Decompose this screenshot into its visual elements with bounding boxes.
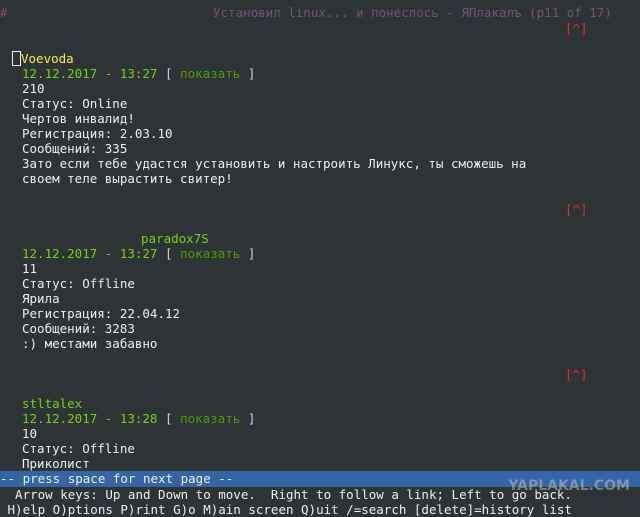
bracket-open: [ xyxy=(165,411,173,426)
header-hash: # xyxy=(0,5,8,20)
show-link[interactable]: показать xyxy=(180,66,240,81)
post-message-count: Сообщений: 3283 xyxy=(22,321,135,336)
post-status: Статус: Online xyxy=(22,96,128,111)
post-registration: Регистрация: 2.03.10 xyxy=(22,126,173,141)
bracket-close: ] xyxy=(247,66,256,81)
post-meta: 12.12.2017 - 13:27 [ показать ] xyxy=(22,246,255,261)
post-date: 12.12.2017 - 13:28 xyxy=(22,411,158,426)
post-rating: 10 xyxy=(22,426,38,441)
post-rank: Ярила xyxy=(22,291,60,306)
post-date: 12.12.2017 - 13:27 xyxy=(22,246,158,261)
show-link[interactable]: показать xyxy=(180,246,240,261)
post-username[interactable]: stltalex xyxy=(22,396,82,411)
post-username[interactable]: paradox7S xyxy=(141,231,209,246)
post-rank: Приколист xyxy=(22,456,90,471)
post-meta: 12.12.2017 - 13:27 [ показать ] xyxy=(22,66,255,81)
post-username[interactable]: Voevoda xyxy=(21,51,74,66)
up-link[interactable]: [^] xyxy=(565,21,588,36)
up-link[interactable]: [^] xyxy=(565,367,588,382)
post-meta: 12.12.2017 - 13:28 [ показать ] xyxy=(22,411,255,426)
post-text: своем теле вырастить свитер! xyxy=(22,171,233,186)
watermark-logo: YAPLAKAL.COM xyxy=(508,478,630,494)
post-status: Статус: Offline xyxy=(22,441,135,456)
bracket-close: ] xyxy=(247,246,256,261)
post-rating: 11 xyxy=(22,261,38,276)
text-cursor xyxy=(12,51,21,66)
page-title: Установил linux... и понеслось - ЯПлакал… xyxy=(213,5,612,20)
post-message-count: Сообщений: 335 xyxy=(22,141,128,156)
post-status: Статус: Offline xyxy=(22,276,135,291)
post-text: Зато если тебе удастся установить и наст… xyxy=(22,156,527,171)
bracket-open: [ xyxy=(165,66,173,81)
bracket-close: ] xyxy=(247,411,256,426)
up-link[interactable]: [^] xyxy=(565,202,588,217)
post-rank: Чертов инвалид! xyxy=(22,111,135,126)
post-rating: 210 xyxy=(22,81,45,96)
post-date: 12.12.2017 - 13:27 xyxy=(22,66,158,81)
bracket-open: [ xyxy=(165,246,173,261)
post-text: :) местами забавно xyxy=(22,336,158,351)
post-user-row: Voevoda xyxy=(12,51,74,66)
show-link[interactable]: показать xyxy=(180,411,240,426)
post-registration: Регистрация: 22.04.12 xyxy=(22,306,181,321)
